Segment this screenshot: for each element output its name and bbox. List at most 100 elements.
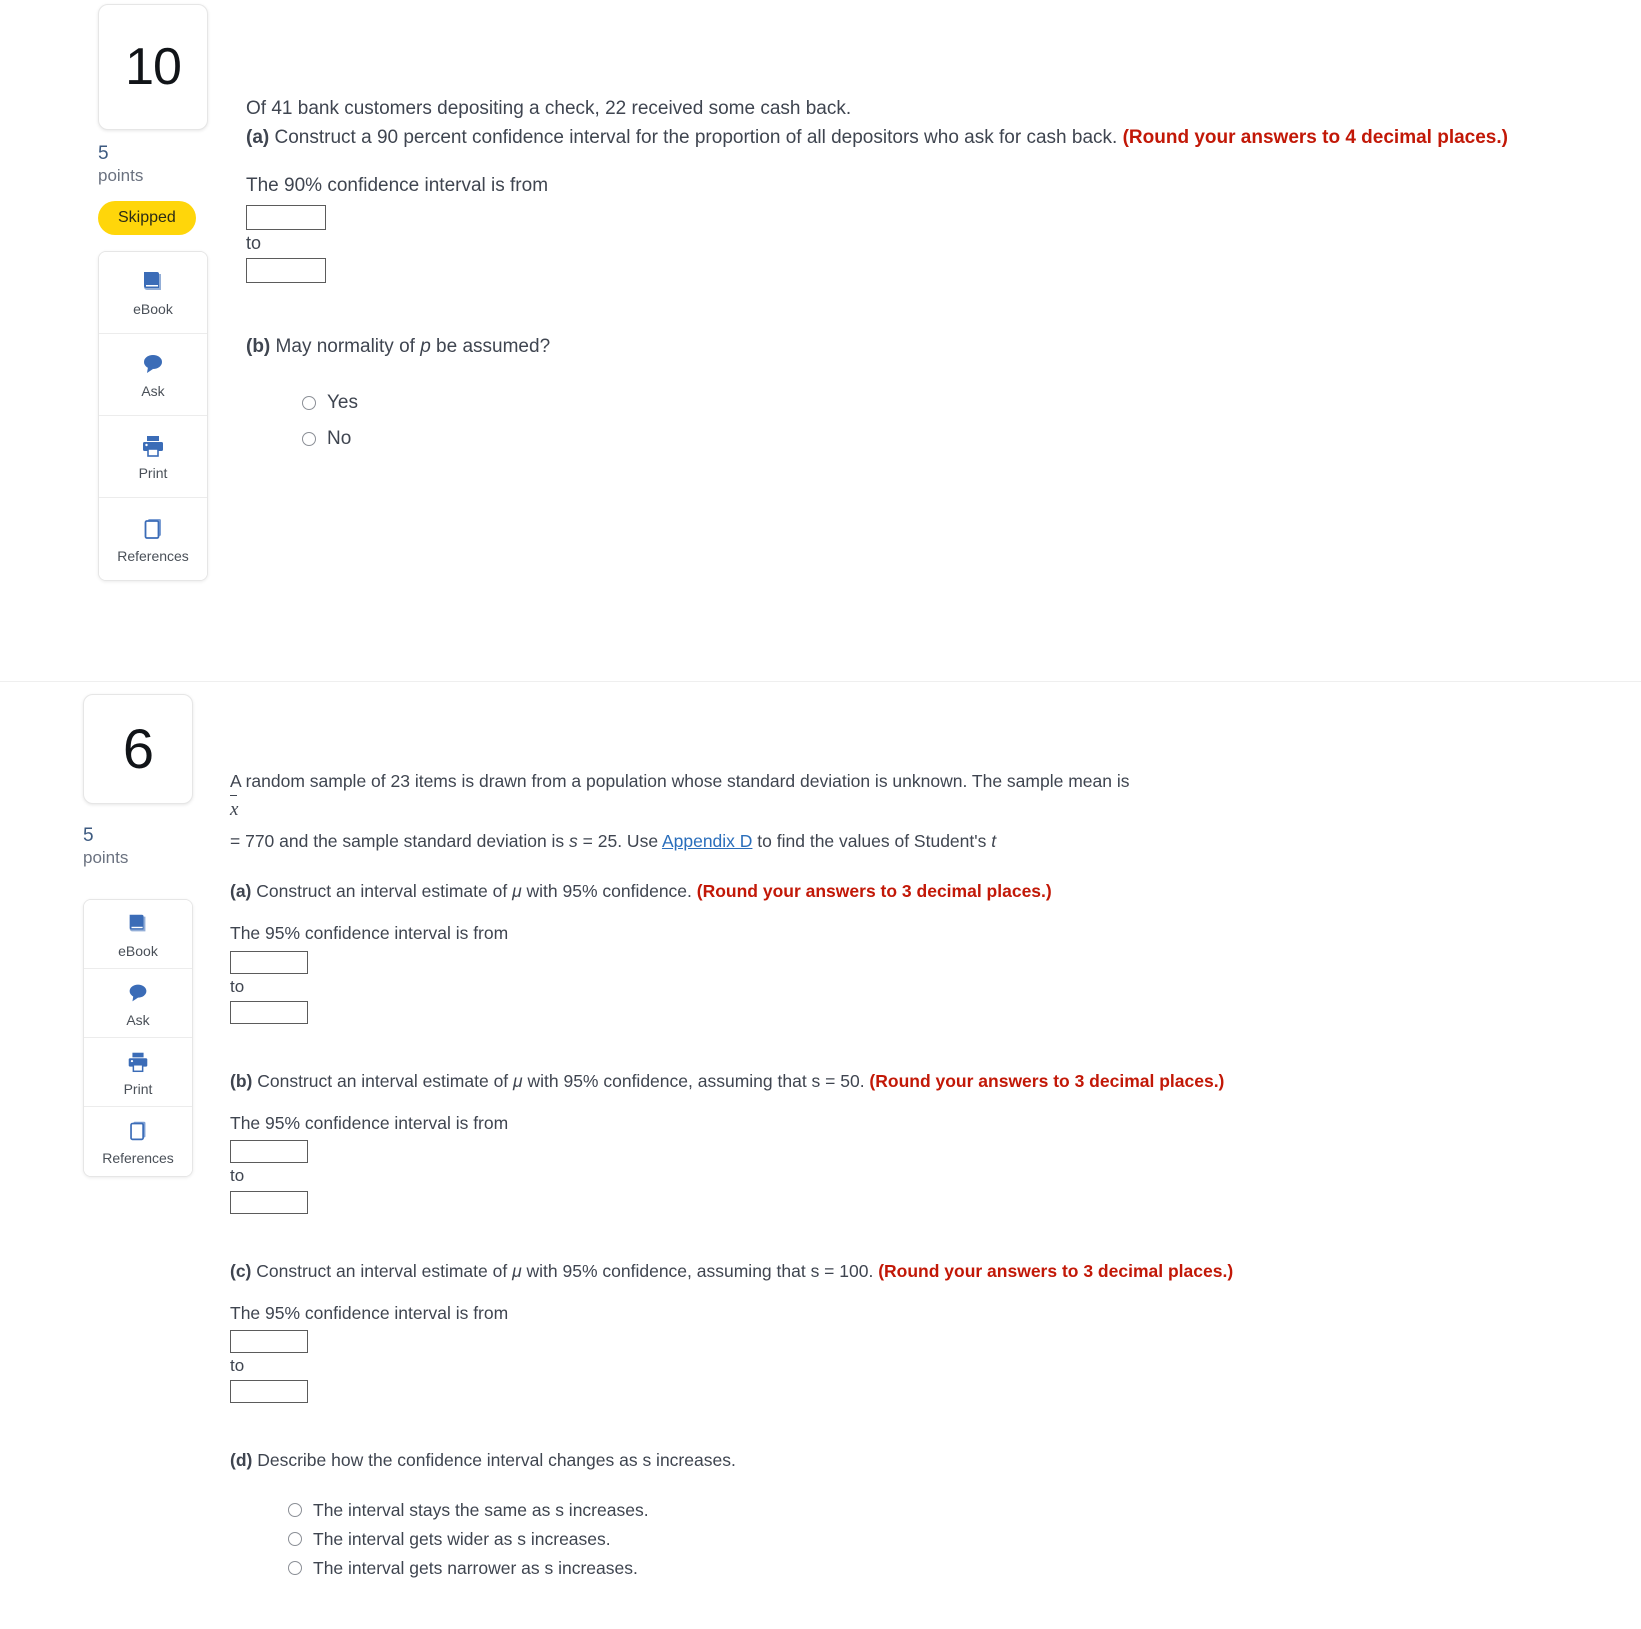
points-display: 5 points [98,143,208,187]
part-a-body-before: Construct an interval estimate of [251,881,513,901]
tool-ask-label: Ask [126,1011,150,1028]
part-c-from-input[interactable] [230,1330,308,1353]
part-b-answer-label: The 95% confidence interval is from [230,1113,509,1133]
tool-references-label: References [117,547,189,564]
print-icon [139,431,167,461]
part-c-body-after: with 95% confidence, assuming that s = 1… [521,1260,879,1281]
tool-print-label: Print [138,465,168,482]
part-b-option-yes[interactable]: Yes [302,392,1546,414]
radio-button[interactable] [288,1532,302,1546]
status-badge: Skipped [98,200,196,235]
radio-button[interactable] [302,431,316,446]
tool-panel: eBook Ask Print References [98,250,208,581]
part-a-from-input[interactable] [230,950,308,974]
part-c-answer-group: The 95% confidence interval is from to [230,1300,1490,1404]
references-icon [125,1116,151,1146]
tool-panel: eBook Ask Print References [83,898,193,1177]
print-icon [125,1047,151,1077]
part-b-body-after: with 95% confidence, assuming that s = 5… [522,1070,870,1091]
question-number-card: 6 [83,694,193,804]
part-a-to-label: to [246,232,262,253]
part-b-options: Yes No [302,392,1546,450]
tool-print[interactable]: Print [99,415,207,498]
part-b-symbol: p [420,336,431,357]
part-a-answer-group: The 90% confidence interval is from to [246,172,1546,283]
part-c-rounding-note: (Round your answers to 3 decimal places.… [878,1260,1234,1281]
part-d-option-2-label: The interval gets wider as s increases. [313,1528,611,1549]
part-b-option-no-label: No [327,427,352,449]
part-b-to-input[interactable] [230,1190,308,1214]
part-a-text: (a) Construct an interval estimate of μ … [230,878,1490,904]
part-d-option-2[interactable]: The interval gets wider as s increases. [288,1529,1490,1550]
part-a-body: Construct a 90 percent confidence interv… [269,126,1123,148]
part-b-text: (b) Construct an interval estimate of μ … [230,1068,1490,1094]
part-a-from-input[interactable] [246,204,326,230]
question-rail-10: 10 5 points Skipped eBook Ask Print Refe… [98,4,208,581]
part-d-option-3-label: The interval gets narrower as s increase… [313,1557,638,1578]
part-b-marker: (b) [230,1070,253,1091]
question-body-10: Of 41 bank customers depositing a check,… [246,95,1546,464]
part-b-body-before: Construct an interval estimate of [252,1070,514,1091]
radio-button[interactable] [288,1561,302,1575]
stem-line2-c: to find the values of Student's [752,830,992,851]
part-a-answer-label: The 95% confidence interval is from [230,923,509,944]
points-value: 5 [98,143,109,164]
points-value: 5 [83,825,94,846]
points-label: points [83,847,129,867]
part-c-to-label: to [230,1356,245,1375]
part-d-body: Describe how the confidence interval cha… [252,1450,736,1471]
question-stem-xbar-row: x [230,795,1490,825]
part-a-text: (a) Construct a 90 percent confidence in… [246,124,1546,153]
tool-ask-label: Ask [141,383,165,400]
mu-symbol: μ [513,1070,523,1091]
ebook-icon [125,909,151,939]
question-stem: Of 41 bank customers depositing a check,… [246,98,852,119]
question-body-6: A random sample of 23 items is drawn fro… [230,768,1490,1587]
tool-print[interactable]: Print [84,1037,192,1107]
part-d-option-3[interactable]: The interval gets narrower as s increase… [288,1558,1490,1579]
part-d-option-1-label: The interval stays the same as s increas… [313,1499,649,1520]
question-rail-6: 6 5 points eBook Ask Print References [83,694,193,1177]
tool-ebook[interactable]: eBook [84,899,192,969]
part-d-text: (d) Describe how the confidence interval… [230,1447,1490,1473]
part-b-from-input[interactable] [230,1140,308,1164]
part-a-to-input[interactable] [246,258,326,283]
part-b-body-after: be assumed? [430,336,551,357]
part-a-marker: (a) [230,881,252,901]
question-number: 6 [122,717,154,780]
tool-ebook[interactable]: eBook [99,251,207,334]
question-number-card: 10 [98,4,208,130]
part-a-marker: (a) [246,126,270,148]
part-a-to-input[interactable] [230,1000,308,1024]
part-a-body-after: with 95% confidence. [521,881,697,901]
part-b-option-no[interactable]: No [302,428,1546,450]
stem-line2-a: = 770 and the sample standard deviation … [230,830,570,851]
points-label: points [98,165,144,185]
question-stem-line1: A random sample of 23 items is drawn fro… [230,771,1130,791]
tool-references-label: References [102,1150,174,1167]
part-a-answer-label: The 90% confidence interval is from [246,175,549,196]
ebook-icon [139,267,167,297]
radio-button[interactable] [302,395,316,410]
part-b-to-label: to [230,1166,245,1186]
part-c-text: (c) Construct an interval estimate of μ … [230,1258,1490,1284]
appendix-d-link[interactable]: Appendix D [662,831,752,851]
part-d-option-1[interactable]: The interval stays the same as s increas… [288,1500,1490,1521]
part-c-body-before: Construct an interval estimate of [251,1260,513,1281]
tool-ask[interactable]: Ask [99,333,207,416]
radio-button[interactable] [288,1503,302,1517]
part-b-body-before: May normality of [270,336,421,357]
part-d-marker: (d) [230,1450,253,1471]
part-a-answer-group: The 95% confidence interval is from to [230,920,1490,1024]
question-stem-line2: = 770 and the sample standard deviation … [230,828,1490,854]
part-c-marker: (c) [230,1260,252,1281]
x-bar-symbol: x [230,795,238,825]
part-c-to-input[interactable] [230,1380,308,1404]
part-a-rounding-note: (Round your answers to 4 decimal places.… [1122,126,1508,148]
tool-references[interactable]: References [99,497,207,580]
tool-references[interactable]: References [84,1106,192,1176]
part-d-options: The interval stays the same as s increas… [288,1500,1490,1579]
part-a-rounding-note: (Round your answers to 3 decimal places.… [696,881,1052,901]
question-number: 10 [125,38,182,96]
tool-ask[interactable]: Ask [84,968,192,1038]
